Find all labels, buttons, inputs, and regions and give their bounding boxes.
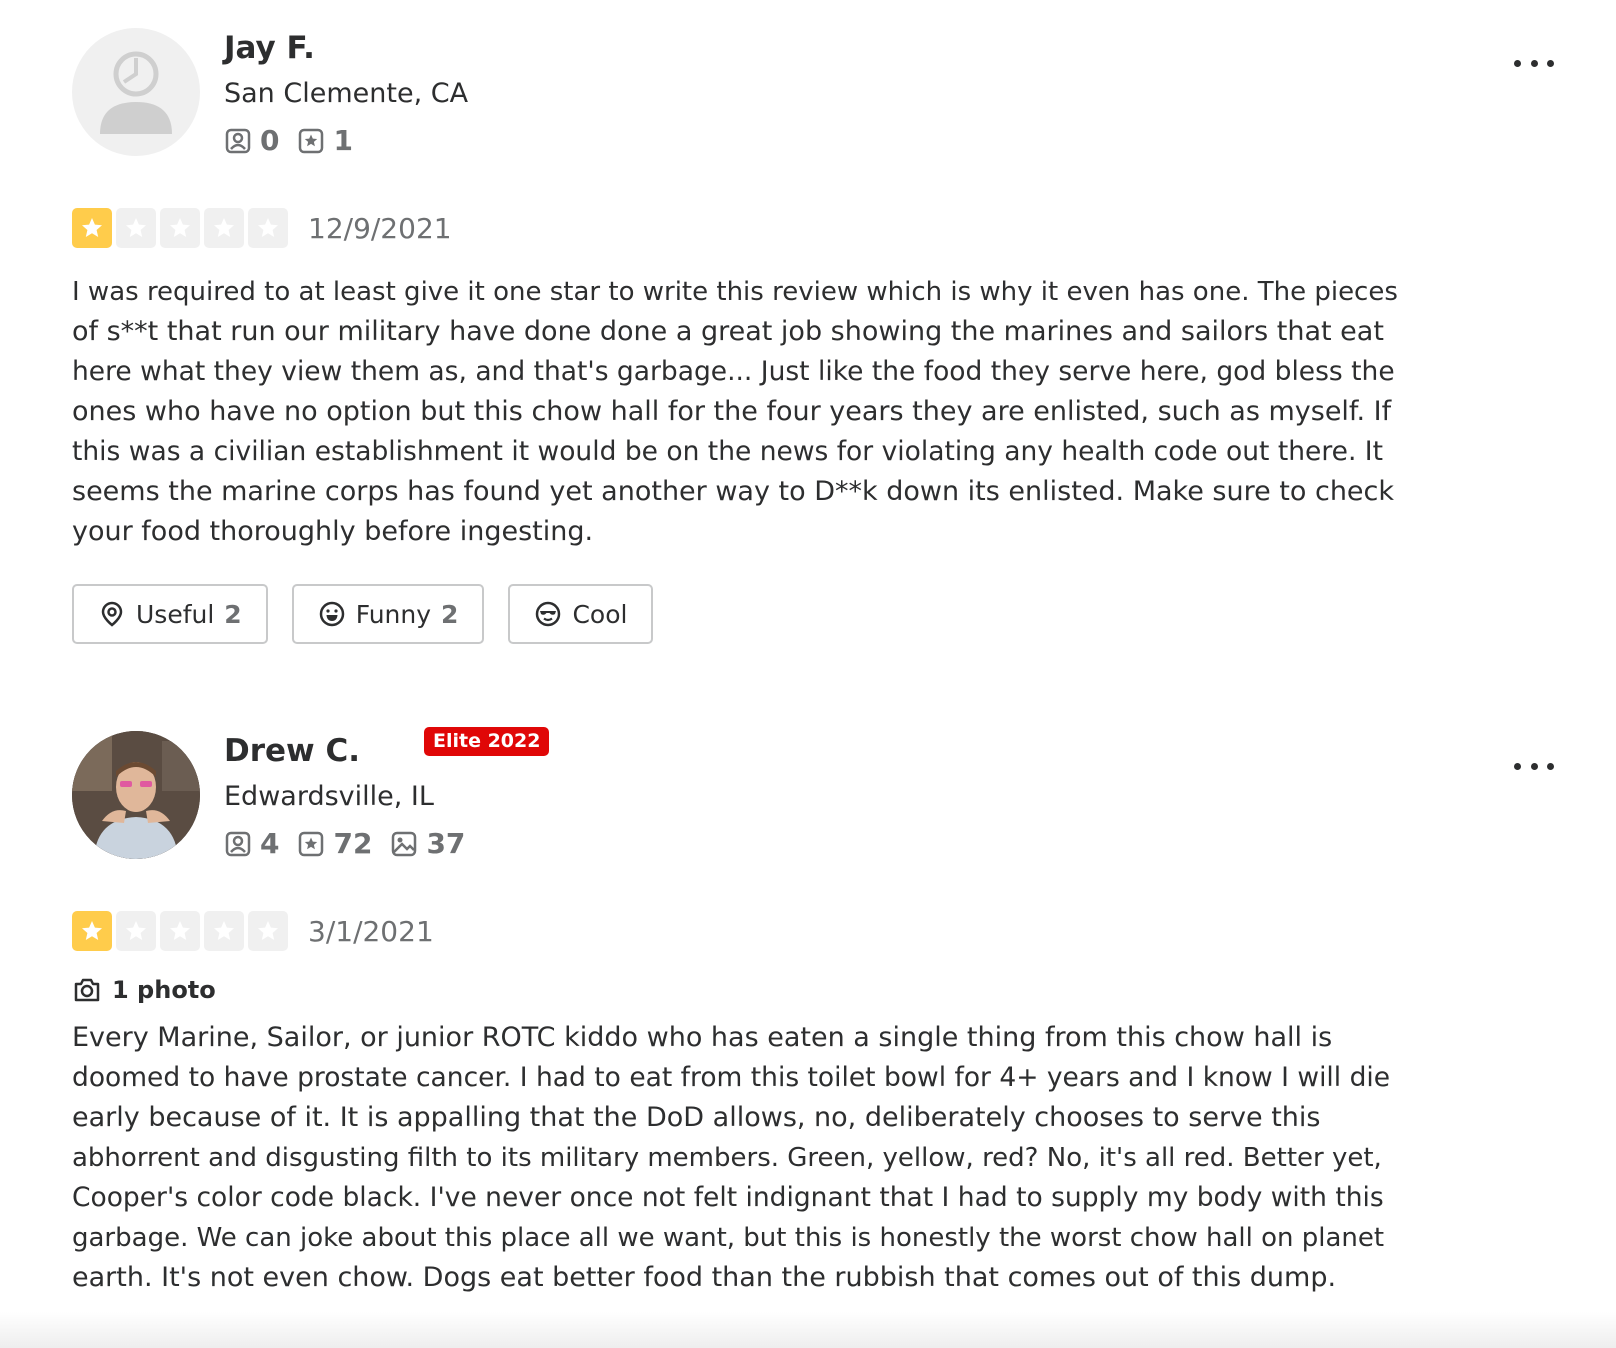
funny-count: 2 (441, 599, 459, 629)
friends-count-value: 4 (260, 827, 280, 860)
review-text-line: doomed to have prostate cancer. I had to… (72, 1062, 1391, 1093)
user-location: San Clemente, CA (224, 78, 469, 109)
star-icon (204, 208, 244, 248)
user-stats: 0 1 (224, 124, 353, 157)
star-rating: 12/9/2021 (72, 208, 452, 248)
reviews-icon (299, 831, 324, 856)
camera-icon (74, 978, 100, 1002)
useful-label: Useful (136, 599, 215, 629)
review-date: 12/9/2021 (308, 211, 452, 245)
star-icon (72, 911, 112, 951)
star-icon (248, 911, 288, 951)
default-avatar-icon (100, 51, 172, 134)
star-rating: 3/1/2021 (72, 911, 434, 951)
funny-label: Funny (355, 599, 432, 629)
scroll-fade (0, 1312, 1616, 1348)
more-options-button[interactable] (1504, 48, 1564, 78)
photos-count: 37 (390, 827, 465, 860)
useful-button[interactable]: Useful 2 (72, 584, 268, 644)
user-location: Edwardsville, IL (224, 781, 434, 812)
star-icon (160, 208, 200, 248)
star-icon (248, 208, 288, 248)
review-text-line: seems the marine corps has found yet ano… (72, 476, 1395, 507)
reviews-count: 72 (297, 827, 372, 860)
photos-count-value: 37 (426, 827, 466, 860)
review-actions: Useful 2 Funny 2 Cool (72, 584, 654, 644)
user-photo (72, 731, 200, 859)
friends-icon (225, 128, 251, 153)
friends-count-value: 0 (260, 124, 280, 157)
star-icon (72, 208, 112, 248)
star-icon (204, 911, 244, 951)
friends-icon (225, 831, 251, 856)
more-options-icon (1547, 59, 1554, 67)
user-avatar[interactable] (72, 731, 200, 859)
review-text-line: Every Marine, Sailor, or junior ROTC kid… (72, 1022, 1333, 1053)
reviews-icon (299, 128, 324, 153)
review-text-line: earth. It's not even chow. Dogs eat bett… (72, 1262, 1337, 1293)
cool-label: Cool (572, 599, 628, 629)
review-text: I was required to at least give it one s… (72, 272, 1402, 552)
user-name-text: Drew C. (224, 733, 361, 769)
review-text-line: this was a civilian establishment it wou… (72, 436, 1383, 467)
user-stats: 4 72 37 (224, 827, 465, 860)
review-date: 3/1/2021 (308, 914, 434, 948)
more-options-icon (1514, 59, 1521, 67)
photo-count-label: 1 photo (112, 976, 216, 1004)
user-name[interactable]: Drew C. (224, 733, 360, 769)
review-text: Every Marine, Sailor, or junior ROTC kid… (72, 1018, 1402, 1298)
cool-button[interactable]: Cool (508, 584, 654, 644)
review-text-line: your food thoroughly before ingesting. (72, 516, 594, 547)
funny-icon (319, 601, 344, 627)
cool-icon (536, 601, 561, 627)
review-text-line: garbage. We can joke about this place al… (72, 1223, 1385, 1253)
useful-count: 2 (224, 599, 242, 629)
star-icon (160, 911, 200, 951)
photos-icon (392, 831, 417, 856)
more-options-icon (1547, 762, 1554, 770)
more-options-icon (1530, 762, 1538, 770)
reviews-count-value: 72 (333, 827, 373, 860)
user-avatar[interactable] (72, 28, 200, 156)
reviews-count-value: 1 (333, 124, 353, 157)
review-text-line: Cooper's color code black. I've never on… (72, 1182, 1384, 1213)
funny-button[interactable]: Funny 2 (291, 584, 485, 644)
photo-count-link[interactable]: 1 photo (72, 975, 216, 1005)
review-text-line: early because of it. It is appalling tha… (72, 1102, 1321, 1133)
more-options-icon (1530, 59, 1538, 67)
review-text-line: of s**t that run our military have done … (72, 316, 1384, 347)
more-options-icon (1514, 762, 1521, 770)
review-text-line: here what they view them as, and that's … (72, 356, 1395, 387)
friends-count: 4 (224, 827, 279, 860)
review-text-line: I was required to at least give it one s… (72, 277, 1398, 307)
useful-icon (101, 601, 123, 627)
star-icon (116, 208, 156, 248)
more-options-button[interactable] (1504, 751, 1564, 781)
elite-badge[interactable]: Elite 2022 (424, 727, 550, 756)
reviews-count: 1 (297, 124, 353, 157)
review-text-line: ones who have no option but this chow ha… (72, 396, 1392, 427)
review-text-line: abhorrent and disgusting filth to its mi… (72, 1143, 1382, 1173)
star-icon (116, 911, 156, 951)
friends-count: 0 (224, 124, 279, 157)
user-name[interactable]: Jay F. (224, 30, 315, 66)
